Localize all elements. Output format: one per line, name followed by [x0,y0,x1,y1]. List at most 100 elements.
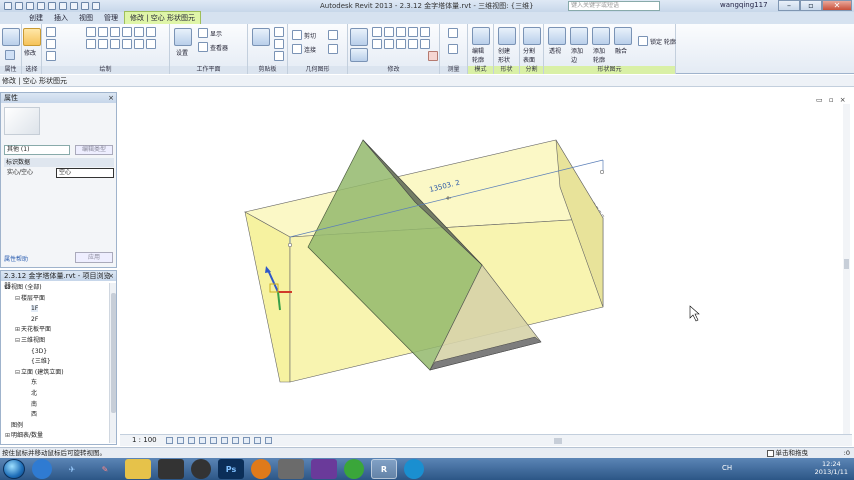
open-icon[interactable] [15,2,23,10]
canvas-horizontal-scrollbar[interactable] [554,438,562,444]
start-button[interactable] [3,459,25,479]
cut-icon[interactable] [274,27,284,37]
add-profile-button[interactable] [592,27,610,45]
temporary-hide-icon[interactable] [254,437,261,444]
browser-node[interactable]: 1F [1,304,109,315]
ellipse-icon[interactable] [98,39,108,49]
type-properties-icon[interactable] [5,50,15,60]
revit-taskbar-icon[interactable]: R [371,459,397,479]
visual-style-icon[interactable] [177,437,184,444]
reference-line-icon[interactable] [46,39,56,49]
render-icon[interactable] [210,437,217,444]
pen-app-icon[interactable]: ✎ [92,459,118,479]
browser-node[interactable]: 北 [1,389,109,400]
input-language[interactable]: CH [722,464,732,472]
pick-face-icon[interactable] [134,39,144,49]
copy-modify-icon[interactable] [372,39,382,49]
browser-node[interactable]: 西 [1,410,109,421]
search-input[interactable]: 键入关键字或短语 [568,1,660,11]
press-drag-checkbox[interactable] [766,449,774,457]
collapse-icon[interactable]: ⊟ [14,368,21,379]
clock[interactable]: 12:24 2013/1/11 [815,460,848,476]
minimize-button[interactable]: – [778,0,800,11]
tab-create[interactable]: 创建 [24,12,48,24]
box-left-face[interactable] [244,211,291,383]
folder-icon[interactable] [125,459,151,479]
split-icon[interactable] [408,27,418,37]
app-menu-icon[interactable] [4,2,12,10]
match-properties-icon[interactable] [274,51,284,61]
cut-geometry-icon[interactable] [292,30,302,40]
collapse-icon[interactable]: ⊟ [14,294,21,305]
dimension-icon[interactable] [448,44,458,54]
measure-icon[interactable] [59,2,67,10]
shape-handle-grip[interactable] [599,169,605,175]
text-icon[interactable] [81,2,89,10]
browser-node[interactable]: 图例 [1,421,109,432]
measure-icon[interactable] [448,28,458,38]
viewer-icon[interactable] [198,42,208,52]
point-icon[interactable] [146,27,156,37]
tab-insert[interactable]: 插入 [49,12,73,24]
filter-icon[interactable]: :0 [844,448,850,458]
maximize-button[interactable]: ▫ [800,0,822,11]
browser-node[interactable]: 南 [1,400,109,411]
browser-node[interactable]: ⊞明细表/数量 [1,431,109,442]
close-properties-icon[interactable]: × [108,93,114,103]
press-drag-option[interactable]: 单击和拖曳 [766,448,808,458]
skype-icon[interactable] [404,459,424,479]
divide-surface-button[interactable] [523,27,541,45]
apply-button[interactable]: 应用 [75,252,113,263]
fillet-icon[interactable] [110,39,120,49]
reveal-hidden-icon[interactable] [265,437,272,444]
add-edge-button[interactable] [570,27,588,45]
type-selector-dropdown[interactable]: 其他 (1) [4,145,70,155]
detail-level-icon[interactable] [166,437,173,444]
view-window-controls[interactable]: ▭ ▫ × [816,96,848,104]
browser-node[interactable]: ⊟楼层平面 [1,294,109,305]
paste-button[interactable] [252,28,270,46]
green-app-icon[interactable] [344,459,364,479]
ie-icon[interactable] [32,459,52,479]
pin-icon[interactable] [420,39,430,49]
plane-icon[interactable] [146,39,156,49]
model-viewport[interactable]: 13503. 2 [120,92,852,434]
array-icon[interactable] [396,39,406,49]
split-face-icon[interactable] [328,30,338,40]
move-button[interactable] [350,48,368,62]
sun-path-icon[interactable] [188,437,195,444]
trim-icon[interactable] [420,27,430,37]
tangent-arc-icon[interactable] [122,39,132,49]
close-browser-icon[interactable]: × [108,271,114,281]
pick-lines-icon[interactable] [46,51,56,61]
delete-icon[interactable] [428,51,438,61]
edit-profile-button[interactable] [472,27,490,45]
arc-icon[interactable] [134,27,144,37]
crop-view-icon[interactable] [221,437,228,444]
browser-node[interactable]: ⊞天花板平面 [1,325,109,336]
collapse-icon[interactable]: ⊟ [14,336,21,347]
user-name[interactable]: wangqing117 [720,1,768,9]
rar-icon[interactable] [311,459,337,479]
expand-icon[interactable]: ⊞ [14,325,21,336]
mirror-axis-icon[interactable] [384,27,394,37]
offset-icon[interactable] [372,27,382,37]
line-icon[interactable] [86,27,96,37]
drawing-area[interactable]: 13503. 2 [120,92,852,434]
solid-void-field[interactable]: 空心 [56,168,114,178]
3d-view-icon[interactable] [92,2,100,10]
browser-node[interactable]: {3D} [1,347,109,358]
x-ray-button[interactable] [548,27,566,45]
properties-help-link[interactable]: 属性帮助 [4,254,28,263]
dissolve-button[interactable] [614,27,632,45]
tab-view[interactable]: 视图 [74,12,98,24]
modify-button[interactable] [23,28,41,46]
close-button[interactable]: ✕ [822,0,852,11]
show-work-plane-icon[interactable] [198,28,208,38]
join-geometry-icon[interactable] [292,44,302,54]
rotate-icon[interactable] [384,39,394,49]
rectangle-icon[interactable] [98,27,108,37]
video-capture-icon[interactable] [278,459,304,479]
expand-icon[interactable]: ⊞ [4,431,11,442]
browser-node[interactable]: ⊟立面 (建筑立面) [1,368,109,379]
